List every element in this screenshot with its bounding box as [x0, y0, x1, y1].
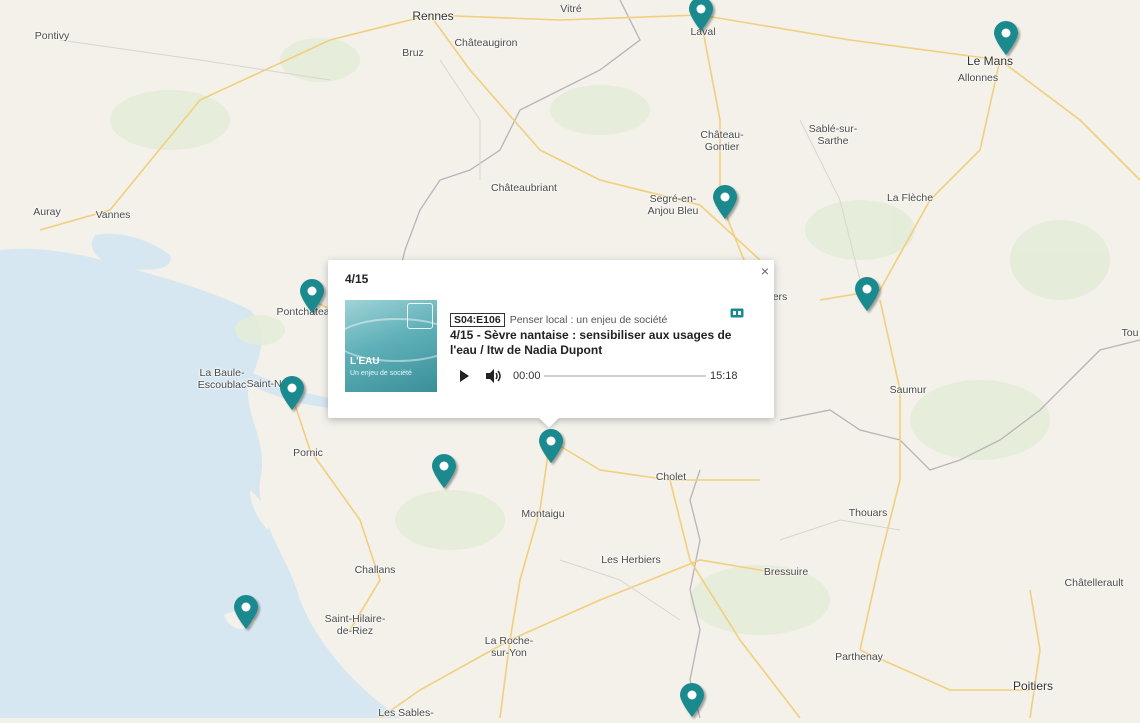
map-pin-marker[interactable] [298, 278, 326, 314]
episode-meta: S04:E106 Penser local : un enjeu de socié… [450, 313, 667, 327]
episode-code: S04:E106 [450, 313, 505, 327]
map-pin-icon [855, 277, 879, 311]
map-pin-icon [689, 0, 713, 31]
episode-thumbnail[interactable]: L'EAU Un enjeu de société [345, 300, 437, 392]
map-pin-icon [713, 185, 737, 219]
map-pin-marker[interactable] [678, 682, 706, 718]
episode-title[interactable]: 4/15 - Sèvre nantaise : sensibiliser aux… [450, 328, 740, 358]
map-pin-marker[interactable] [537, 428, 565, 464]
thumbnail-title: L'EAU [350, 356, 380, 367]
map-pin-icon [280, 376, 304, 410]
close-icon[interactable]: × [761, 263, 769, 279]
map-pin-icon [300, 279, 324, 313]
thumbnail-subtitle: Un enjeu de société [350, 370, 412, 377]
series-name[interactable]: Penser local : un enjeu de société [510, 314, 668, 326]
map-pin-icon [680, 683, 704, 717]
map-pin-icon [539, 429, 563, 463]
volume-icon[interactable] [486, 369, 503, 383]
ticket-icon[interactable] [730, 308, 744, 318]
progress-track[interactable] [544, 375, 706, 377]
audio-player: 00:00 15:18 [458, 368, 748, 384]
map-pin-marker[interactable] [992, 20, 1020, 56]
map-pin-marker[interactable] [711, 184, 739, 220]
episode-popup: × 4/15 L'EAU Un enjeu de société S04:E10… [328, 260, 774, 428]
map-pin-marker[interactable] [687, 0, 715, 32]
map-pin-icon [994, 21, 1018, 55]
play-icon[interactable] [458, 370, 470, 382]
thumbnail-logo [407, 303, 433, 329]
duration: 15:18 [710, 370, 738, 382]
map-pin-marker[interactable] [278, 375, 306, 411]
map-pin-marker[interactable] [430, 453, 458, 489]
map-pin-marker[interactable] [232, 594, 260, 630]
map-pin-icon [234, 595, 258, 629]
region-boundary [399, 0, 641, 271]
map-pin-icon [432, 454, 456, 488]
current-time: 00:00 [513, 370, 541, 382]
episode-counter: 4/15 [345, 272, 369, 286]
map-pin-marker[interactable] [853, 276, 881, 312]
